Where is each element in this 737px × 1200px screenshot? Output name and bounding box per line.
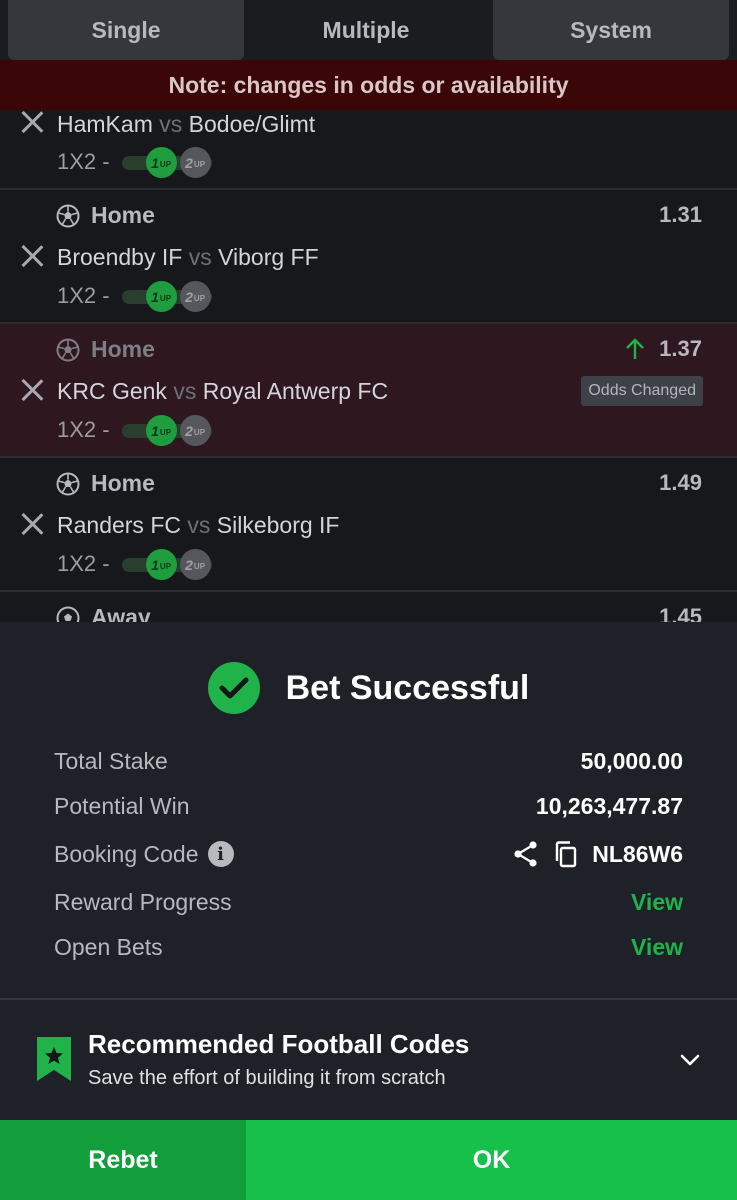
- recommended-title: Recommended Football Codes: [88, 1029, 470, 1059]
- check-circle-icon: [207, 662, 260, 714]
- market-label: 1X2 -: [57, 149, 110, 174]
- market-row: 1X2 - 1 UP 2 UP: [57, 415, 214, 446]
- open-bets-view-link[interactable]: View: [631, 934, 683, 961]
- football-icon: [56, 204, 80, 227]
- odds-value: 1.49: [659, 470, 702, 495]
- pick-label: Home: [91, 336, 155, 362]
- bet-success-panel: Bet Successful Total Stake 50,000.00 Pot…: [0, 622, 737, 1000]
- pick-label: Home: [91, 202, 155, 228]
- market-label: 1X2 -: [57, 417, 110, 442]
- reward-progress-row: Reward Progress View: [54, 887, 683, 917]
- bookmark-star-icon: [37, 1037, 71, 1081]
- potential-win-value: 10,263,477.87: [535, 792, 683, 819]
- tab-system[interactable]: System: [493, 0, 729, 60]
- reward-progress-label: Reward Progress: [54, 888, 232, 915]
- arrow-up-icon: [626, 338, 645, 359]
- success-title: Bet Successful: [285, 668, 530, 707]
- remove-selection-icon[interactable]: [20, 244, 44, 268]
- total-stake-label: Total Stake: [54, 747, 168, 774]
- bet-item: Home 1.49 Randers FC vs Silkeborg IF 1X2…: [0, 458, 737, 592]
- info-icon[interactable]: i: [207, 841, 234, 867]
- odds-value: 1.37: [625, 336, 702, 362]
- booking-code-row: Booking Code i NL86W6: [54, 839, 683, 869]
- market-row: 1X2 - 1 UP 2 UP: [57, 281, 214, 312]
- tab-multiple[interactable]: Multiple: [246, 0, 486, 60]
- booking-code-value: NL86W6: [512, 840, 683, 868]
- odds-change-note: Note: changes in odds or availability: [0, 60, 737, 110]
- bet-item: Home 1.31 Broendby IF vs Viborg FF 1X2 -…: [0, 190, 737, 324]
- boost-toggle[interactable]: 1 UP 2 UP: [121, 281, 214, 312]
- potential-win-row: Potential Win 10,263,477.87: [54, 791, 683, 821]
- remove-selection-icon[interactable]: [20, 512, 44, 536]
- 1up-icon: 1 UP: [145, 549, 177, 580]
- 1up-icon: 1 UP: [145, 147, 177, 178]
- match-name: HamKam vs Bodoe/Glimt: [57, 111, 316, 137]
- bet-item: HamKam vs Bodoe/Glimt 1X2 - 1 UP 2 UP: [0, 110, 737, 190]
- match-name: Randers FC vs Silkeborg IF: [57, 512, 340, 538]
- total-stake-value: 50,000.00: [580, 747, 683, 774]
- reward-progress-view-link[interactable]: View: [631, 889, 683, 916]
- 1up-icon: 1 UP: [145, 415, 177, 446]
- pick-row: Home: [56, 202, 155, 229]
- open-bets-row: Open Bets View: [54, 932, 683, 962]
- recommended-subtitle: Save the effort of building it from scra…: [88, 1067, 446, 1089]
- boost-toggle[interactable]: 1 UP 2 UP: [121, 147, 214, 178]
- pick-label: Home: [91, 470, 155, 496]
- market-row: 1X2 - 1 UP 2 UP: [57, 147, 214, 178]
- potential-win-label: Potential Win: [54, 792, 190, 819]
- 2up-icon: 2 UP: [179, 281, 211, 312]
- success-header: Bet Successful: [0, 662, 737, 714]
- remove-selection-icon[interactable]: [20, 110, 44, 134]
- tab-single[interactable]: Single: [8, 0, 244, 60]
- odds-changed-badge: Odds Changed: [581, 376, 703, 406]
- bet-item: Away 1.45: [0, 592, 737, 622]
- 2up-icon: 2 UP: [179, 147, 211, 178]
- pick-row: Home: [56, 470, 155, 497]
- football-icon: [56, 472, 80, 495]
- odds-value: 1.45: [659, 604, 702, 622]
- football-icon: [56, 338, 80, 361]
- odds-value: 1.31: [659, 202, 702, 227]
- boost-toggle[interactable]: 1 UP 2 UP: [121, 549, 214, 580]
- market-label: 1X2 -: [57, 551, 110, 576]
- chevron-down-icon[interactable]: [678, 1048, 702, 1072]
- market-row: 1X2 - 1 UP 2 UP: [57, 549, 214, 580]
- pick-row: Home: [56, 336, 155, 363]
- remove-selection-icon[interactable]: [20, 378, 44, 402]
- share-icon[interactable]: [512, 840, 540, 868]
- pick-row: Away: [56, 604, 151, 622]
- pick-label: Away: [91, 604, 151, 622]
- rebet-button[interactable]: Rebet: [0, 1120, 246, 1200]
- bet-type-tabs: Single Multiple System: [0, 0, 737, 60]
- 1up-icon: 1 UP: [145, 281, 177, 312]
- copy-icon[interactable]: [552, 840, 580, 868]
- ok-button[interactable]: OK: [246, 1120, 737, 1200]
- football-icon: [56, 606, 80, 622]
- open-bets-label: Open Bets: [54, 933, 163, 960]
- total-stake-row: Total Stake 50,000.00: [54, 746, 683, 776]
- 2up-icon: 2 UP: [179, 415, 211, 446]
- recommended-codes-section[interactable]: Recommended Football Codes Save the effo…: [0, 1000, 737, 1120]
- 2up-icon: 2 UP: [179, 549, 211, 580]
- match-name: Broendby IF vs Viborg FF: [57, 244, 319, 270]
- market-label: 1X2 -: [57, 283, 110, 308]
- boost-toggle[interactable]: 1 UP 2 UP: [121, 415, 214, 446]
- match-name: KRC Genk vs Royal Antwerp FC: [57, 378, 389, 404]
- bet-item-odds-changed: Home 1.37 KRC Genk vs Royal Antwerp FC O…: [0, 324, 737, 458]
- booking-code-label: Booking Code i: [54, 841, 234, 868]
